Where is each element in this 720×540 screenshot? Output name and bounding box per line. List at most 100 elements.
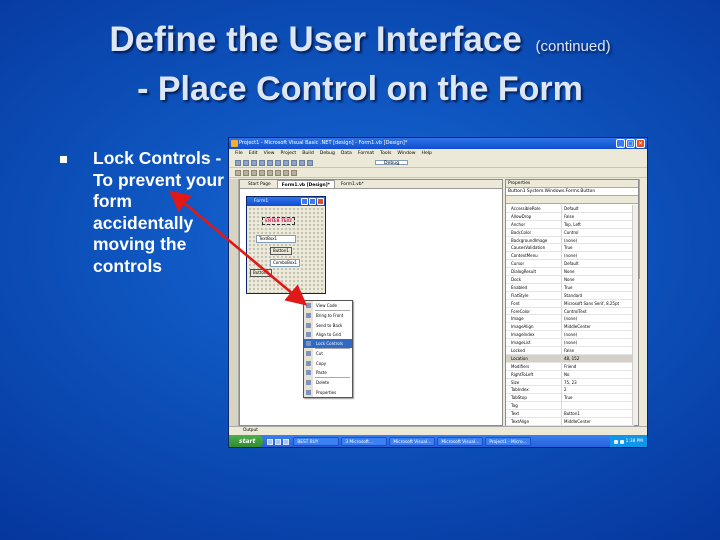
form1-design-grid[interactable]: ENTER TEXT TextBox1 Button1 ComboBox1 Bu… (248, 207, 324, 293)
property-value[interactable]: (none) (562, 237, 634, 244)
property-row[interactable]: TextAlign MiddleCenter (506, 418, 634, 426)
property-row[interactable]: ImageAlign MiddleCenter (506, 323, 634, 332)
run-icon[interactable] (307, 160, 313, 166)
property-value[interactable]: Standard (562, 292, 634, 299)
button2-control[interactable]: Button2 (250, 269, 272, 277)
context-menu-item[interactable]: View Code (304, 301, 352, 310)
menu-item-data[interactable]: Data (341, 149, 352, 158)
toolbox-strip[interactable] (229, 179, 239, 426)
context-menu-item[interactable]: Cut (304, 349, 352, 358)
menu-item-project[interactable]: Project (281, 149, 297, 158)
property-row[interactable]: Enabled True (506, 283, 634, 292)
property-value[interactable]: Friend (562, 363, 634, 370)
ie-icon[interactable] (267, 438, 274, 445)
start-button[interactable]: start (229, 435, 264, 447)
menu-item-file[interactable]: File (235, 149, 243, 158)
align-top-icon[interactable] (259, 170, 265, 176)
property-value[interactable]: Control (562, 229, 634, 236)
same-size-icon[interactable] (283, 170, 289, 176)
property-row[interactable]: Font Microsoft Sans Serif, 8.25pt (506, 299, 634, 308)
property-row[interactable]: Locked False (506, 347, 634, 355)
property-value[interactable]: Default (562, 205, 634, 212)
property-value[interactable]: 48, 152 (562, 354, 634, 362)
document-tab[interactable]: Start Page (244, 180, 275, 188)
menu-item-format[interactable]: Format (358, 149, 374, 158)
property-row[interactable]: BackgroundImage (none) (506, 236, 634, 245)
property-row[interactable]: BackColor Control (506, 228, 634, 237)
menu-item-window[interactable]: Window (397, 149, 415, 158)
align-middle-icon[interactable] (267, 170, 273, 176)
align-right-icon[interactable] (251, 170, 257, 176)
property-row[interactable]: Tag (506, 402, 634, 411)
context-menu-item[interactable]: Copy (304, 359, 352, 368)
taskbar-button[interactable]: Microsoft Visual... (389, 437, 436, 446)
grid-icon[interactable] (291, 170, 297, 176)
properties-object-select[interactable]: Button1 System.Windows.Forms.Button (506, 188, 638, 196)
minimize-icon[interactable]: _ (616, 139, 625, 148)
property-value[interactable]: (none) (562, 331, 634, 338)
context-menu-item[interactable]: Delete (304, 378, 352, 387)
property-row[interactable]: Cursor Default (506, 260, 634, 269)
button1-control[interactable]: Button1 (270, 247, 292, 255)
align-bottom-icon[interactable] (275, 170, 281, 176)
property-value[interactable]: (none) (562, 339, 634, 346)
property-row[interactable]: ForeColor ControlText (506, 307, 634, 316)
context-menu-item[interactable]: Bring to Front (304, 311, 352, 320)
menu-item-view[interactable]: View (264, 149, 275, 158)
property-value[interactable]: None (562, 268, 634, 275)
taskbar-button[interactable]: Project1 - Micro... (485, 437, 532, 446)
combobox-control[interactable]: ComboBox1 (270, 259, 301, 267)
align-center-icon[interactable] (243, 170, 249, 176)
property-value[interactable]: True (562, 284, 634, 291)
property-value[interactable]: MiddleCenter (562, 418, 634, 425)
menu-item-debug[interactable]: Debug (320, 149, 335, 158)
property-value[interactable]: False (562, 213, 634, 220)
open-icon[interactable] (243, 160, 249, 166)
property-row[interactable]: ContextMenu (none) (506, 252, 634, 261)
paste-icon[interactable] (283, 160, 289, 166)
context-menu-item[interactable]: Paste (304, 368, 352, 377)
property-row[interactable]: TabIndex 2 (506, 386, 634, 395)
property-row[interactable]: AccessibleRole Default (506, 205, 634, 213)
property-value[interactable]: No (562, 371, 634, 378)
property-value[interactable] (562, 402, 634, 409)
property-value[interactable]: (none) (562, 315, 634, 322)
undo-icon[interactable] (291, 160, 297, 166)
maximize-icon[interactable]: □ (626, 139, 635, 148)
form1-window[interactable]: Form1 ENTER TEXT TextBox1 Button1 ComboB… (246, 196, 326, 294)
output-panel-tab[interactable]: Output (229, 426, 647, 434)
form1-titlebar[interactable]: Form1 (247, 197, 325, 206)
solution-config-select[interactable]: Debug (375, 160, 409, 166)
property-value[interactable]: None (562, 276, 634, 283)
desktop-icon[interactable] (275, 438, 282, 445)
context-menu-item[interactable]: Align to Grid (304, 330, 352, 339)
menu-item-edit[interactable]: Edit (249, 149, 258, 158)
redo-icon[interactable] (299, 160, 305, 166)
align-left-icon[interactable] (235, 170, 241, 176)
property-row[interactable]: RightToLeft No (506, 370, 634, 379)
property-row[interactable]: DialogResult None (506, 268, 634, 277)
new-project-icon[interactable] (235, 160, 241, 166)
property-value[interactable]: 75, 23 (562, 379, 634, 386)
property-row[interactable]: FlatStyle Standard (506, 291, 634, 300)
property-row[interactable]: AllowDrop False (506, 212, 634, 221)
property-row[interactable]: Text Button1 (506, 410, 634, 419)
document-tab[interactable]: Form1.vb* (337, 180, 368, 188)
property-row[interactable]: Dock None (506, 276, 634, 284)
property-row[interactable]: CausesValidation True (506, 244, 634, 253)
taskbar-button[interactable]: BEST BUY (293, 437, 340, 446)
property-row[interactable]: TabStop True (506, 394, 634, 403)
properties-scrollbar[interactable] (632, 205, 638, 425)
property-value[interactable]: ControlText (562, 308, 634, 315)
media-icon[interactable] (283, 438, 290, 445)
property-row[interactable]: Size 75, 23 (506, 378, 634, 387)
property-row[interactable]: ImageIndex (none) (506, 331, 634, 340)
property-row[interactable]: Location 48, 152 (506, 354, 634, 363)
context-menu-item[interactable]: Properties (304, 388, 352, 397)
taskbar-button[interactable]: 3 Microsoft... (341, 437, 388, 446)
property-value[interactable]: Microsoft Sans Serif, 8.25pt (562, 300, 634, 307)
property-row[interactable]: Image (none) (506, 315, 634, 324)
menu-item-tools[interactable]: Tools (380, 149, 391, 158)
document-tab[interactable]: Form1.vb [Design]* (276, 180, 335, 188)
solution-explorer-tab[interactable] (639, 179, 647, 279)
